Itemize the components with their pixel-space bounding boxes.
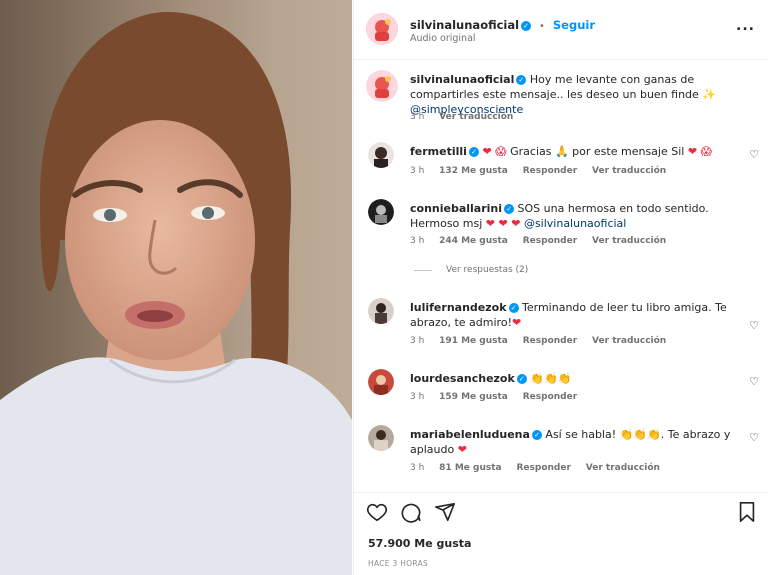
verified-icon: ✓ (468, 147, 479, 157)
separator-dot: • (539, 21, 545, 32)
comment-username[interactable]: mariabelenluduena (410, 428, 530, 441)
video-frame-illustration (0, 0, 352, 575)
clap-emoji: 👏👏👏 (530, 372, 572, 385)
author-username[interactable]: silvinalunaoficial (410, 18, 519, 32)
caption-text-block: silvinalunaoficial ✓ Hoy me levante con g… (410, 72, 750, 117)
heart-emoji: ❤ 😱 (687, 145, 713, 158)
sparkles-emoji: ✨ (702, 88, 717, 101)
commenter-avatar[interactable] (368, 425, 394, 451)
comment-text-block: mariabelenluduena ✓ Así se habla! 👏👏👏. Te… (410, 427, 740, 457)
comment-meta: 3 h 81 Me gusta Responder Ver traducción (410, 463, 672, 473)
verified-icon: ✓ (531, 430, 542, 440)
bookmark-icon[interactable] (737, 501, 757, 528)
author-line: silvinalunaoficial ✓ • Seguir (410, 14, 595, 33)
post-likes-count[interactable]: 57.900 Me gusta (368, 537, 471, 550)
verified-icon: ✓ (516, 374, 527, 384)
caption-avatar[interactable] (366, 70, 398, 102)
translate-button[interactable]: Ver traducción (586, 463, 660, 473)
comment-likes[interactable]: 191 Me gusta (439, 336, 508, 346)
reply-button[interactable]: Responder (523, 166, 577, 176)
reply-button[interactable]: Responder (523, 336, 577, 346)
reply-button[interactable]: Responder (523, 236, 577, 246)
verified-icon: ✓ (504, 204, 515, 214)
comment-time[interactable]: 3 h (410, 336, 424, 346)
comment-meta: 3 h 159 Me gusta Responder (410, 392, 589, 402)
comment-text-block: fermetilli ✓ ❤ 😱 Gracias 🙏 por este mensa… (410, 144, 730, 159)
comment-time[interactable]: 3 h (410, 236, 424, 246)
clap-emoji: 👏👏👏 (619, 428, 661, 441)
reply-button[interactable]: Responder (516, 463, 570, 473)
comment-time[interactable]: 3 h (410, 463, 424, 473)
heart-emoji: ❤ (511, 316, 522, 329)
more-options-icon[interactable]: ... (736, 18, 755, 34)
caption-username[interactable]: silvinalunaoficial (410, 73, 514, 86)
comment-mention[interactable]: @silvinalunaoficial (524, 217, 626, 230)
comment-text-block: connieballarini ✓ SOS una hermosa en todo… (410, 201, 740, 231)
caption-time[interactable]: 3 h (410, 112, 424, 122)
comment-text: Así se habla! (545, 428, 617, 441)
commenter-avatar[interactable] (368, 369, 394, 395)
view-replies-button[interactable]: Ver respuestas (2) (446, 265, 528, 275)
reel-video[interactable] (0, 0, 352, 575)
reply-button[interactable]: Responder (523, 392, 577, 402)
translate-button[interactable]: Ver traducción (592, 236, 666, 246)
comment-likes[interactable]: 81 Me gusta (439, 463, 501, 473)
comment-likes[interactable]: 132 Me gusta (439, 166, 508, 176)
commenter-avatar[interactable] (368, 298, 394, 324)
comment-time[interactable]: 3 h (410, 392, 424, 402)
comment-meta: 3 h 244 Me gusta Responder Ver traducció… (410, 236, 678, 246)
translate-button[interactable]: Ver traducción (592, 336, 666, 346)
post-header: silvinalunaoficial ✓ • Seguir Audio origi… (354, 0, 768, 60)
post-panel: silvinalunaoficial ✓ • Seguir Audio origi… (353, 0, 768, 575)
verified-icon: ✓ (521, 21, 532, 31)
comment-text: Gracias 🙏 por este mensaje Sil (510, 145, 685, 158)
translate-button[interactable]: Ver traducción (592, 166, 666, 176)
comment-username[interactable]: fermetilli (410, 145, 467, 158)
like-comment-icon[interactable]: ♡ (749, 148, 759, 161)
comment-likes[interactable]: 159 Me gusta (439, 392, 508, 402)
commenter-avatar[interactable] (368, 199, 394, 225)
replies-divider (414, 270, 432, 271)
comment-text-block: lourdesanchezok ✓ 👏👏👏 (410, 371, 730, 386)
comment-meta: 3 h 132 Me gusta Responder Ver traducció… (410, 166, 678, 176)
caption-translate[interactable]: Ver traducción (439, 112, 513, 122)
verified-icon: ✓ (516, 75, 527, 85)
share-icon[interactable] (434, 501, 456, 528)
commenter-avatar[interactable] (368, 142, 394, 168)
heart-emoji: ❤ (457, 443, 467, 456)
comment-username[interactable]: lulifernandezok (410, 301, 507, 314)
caption-meta: 3 h Ver traducción (410, 112, 525, 122)
heart-emoji: ❤ 😱 (482, 145, 507, 158)
like-comment-icon[interactable]: ♡ (749, 319, 759, 332)
follow-button[interactable]: Seguir (553, 18, 595, 32)
post-time-ago[interactable]: HACE 3 HORAS (368, 559, 428, 568)
comment-username[interactable]: lourdesanchezok (410, 372, 515, 385)
comment-likes[interactable]: 244 Me gusta (439, 236, 508, 246)
comment-meta: 3 h 191 Me gusta Responder Ver traducció… (410, 336, 678, 346)
verified-icon: ✓ (508, 303, 519, 313)
post-actions: 57.900 Me gusta HACE 3 HORAS (354, 492, 768, 575)
like-comment-icon[interactable]: ♡ (749, 431, 759, 444)
comment-icon[interactable] (400, 501, 422, 528)
like-comment-icon[interactable]: ♡ (749, 375, 759, 388)
comment-time[interactable]: 3 h (410, 166, 424, 176)
comment-username[interactable]: connieballarini (410, 202, 502, 215)
comment-text-block: lulifernandezok ✓ Terminando de leer tu l… (410, 300, 740, 330)
author-avatar[interactable] (366, 13, 398, 45)
heart-icon[interactable] (366, 501, 388, 528)
audio-label[interactable]: Audio original (410, 33, 476, 44)
hearts-emoji: ❤ ❤ ❤ (485, 217, 521, 230)
